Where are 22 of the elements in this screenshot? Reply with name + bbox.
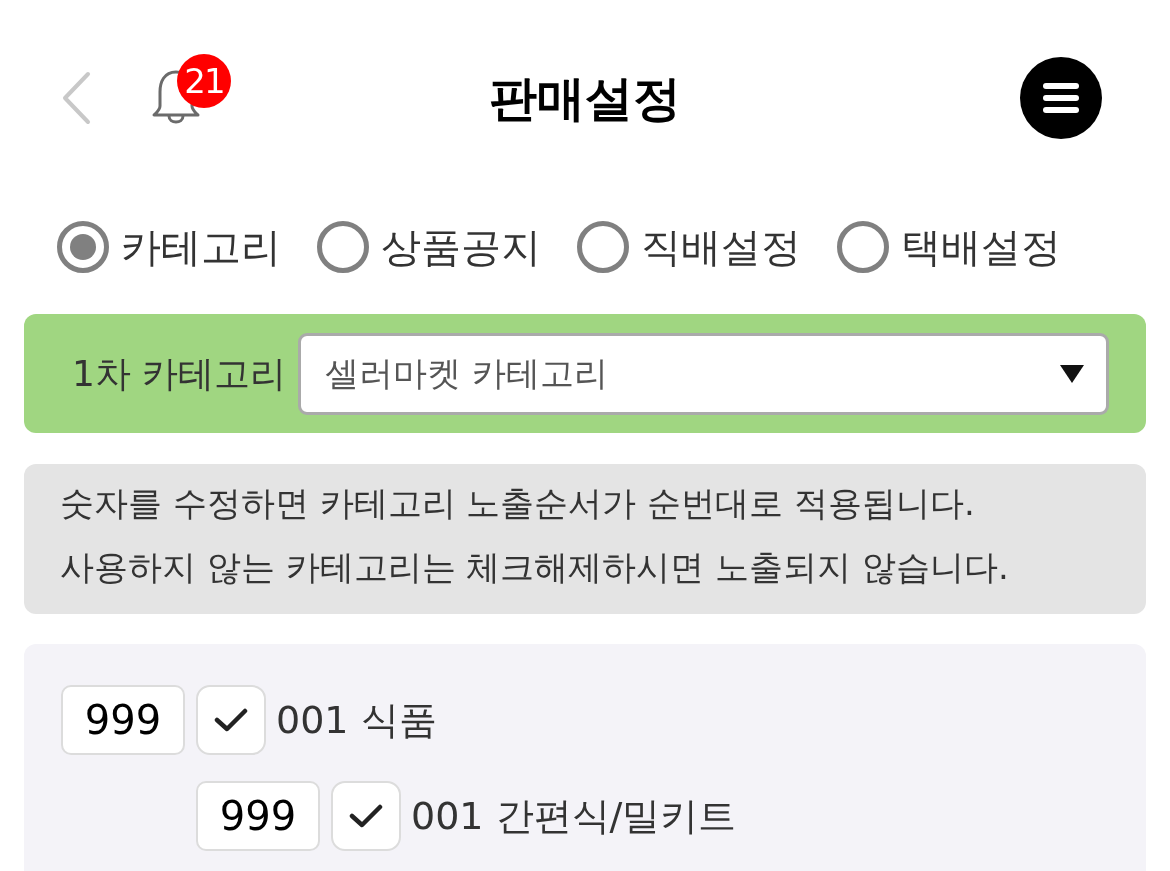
page-title: 판매설정 bbox=[489, 69, 681, 128]
notice-text: 숫자를 수정하면 카테고리 노출순서가 순번대로 적용됩니다. bbox=[60, 482, 976, 525]
notification-badge: 21 bbox=[177, 54, 231, 108]
caret-icon bbox=[1060, 364, 1084, 383]
radio-option[interactable]: 카테고리 bbox=[57, 217, 281, 277]
filter-label: 1차 카테고리 bbox=[72, 351, 288, 396]
order-input[interactable]: 999 bbox=[61, 685, 185, 755]
radio-option[interactable]: 상품공지 bbox=[317, 217, 541, 277]
notification-button[interactable]: 21 bbox=[150, 54, 231, 128]
check-icon bbox=[214, 707, 248, 733]
radio-option[interactable]: 직배설정 bbox=[577, 217, 801, 277]
radio-option[interactable]: 택배설정 bbox=[837, 217, 1061, 277]
category-name: 001 간편식/밀키트 bbox=[411, 792, 737, 840]
back-icon bbox=[60, 71, 92, 125]
checkbox[interactable] bbox=[196, 685, 266, 755]
check-icon bbox=[349, 803, 383, 829]
category-name: 001 식품 bbox=[276, 696, 437, 744]
menu-icon bbox=[1043, 83, 1079, 113]
category-select[interactable]: 셀러마켓 카테고리 bbox=[298, 332, 1109, 415]
checkbox[interactable] bbox=[331, 781, 401, 851]
notice-text: 사용하지 않는 카테고리는 체크해제하시면 노출되지 않습니다. bbox=[60, 546, 1010, 589]
order-input[interactable]: 999 bbox=[196, 781, 320, 851]
